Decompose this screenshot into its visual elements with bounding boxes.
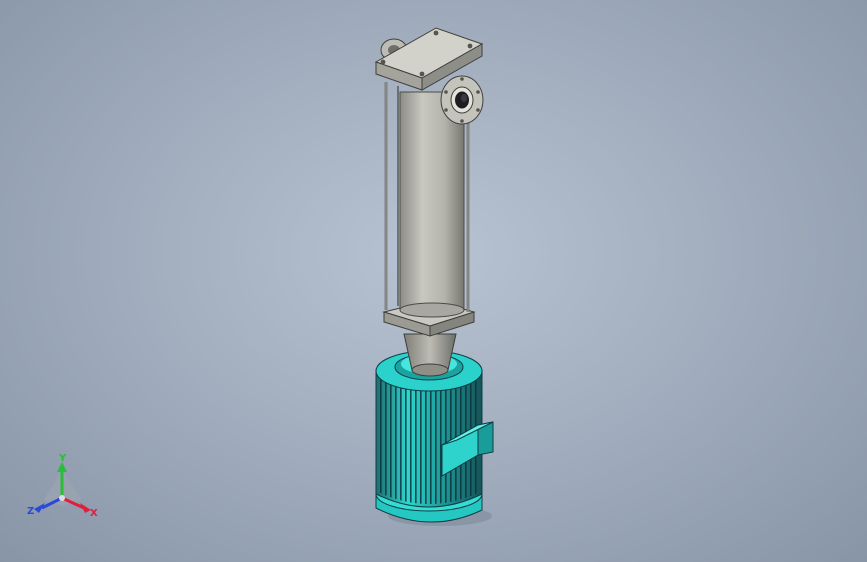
- model-3d-view[interactable]: Y X Z: [0, 0, 867, 562]
- view-orientation-triad[interactable]: Y X Z: [27, 453, 98, 519]
- triad-origin: [59, 495, 65, 501]
- graphics-viewport[interactable]: Y X Z: [0, 0, 867, 562]
- y-axis-label: Y: [58, 453, 67, 464]
- adapter-cone[interactable]: [403, 333, 457, 377]
- outlet-flange[interactable]: [440, 75, 484, 125]
- x-axis-label: X: [90, 508, 98, 519]
- column-tube[interactable]: [399, 91, 465, 318]
- z-axis-label: Z: [27, 506, 34, 517]
